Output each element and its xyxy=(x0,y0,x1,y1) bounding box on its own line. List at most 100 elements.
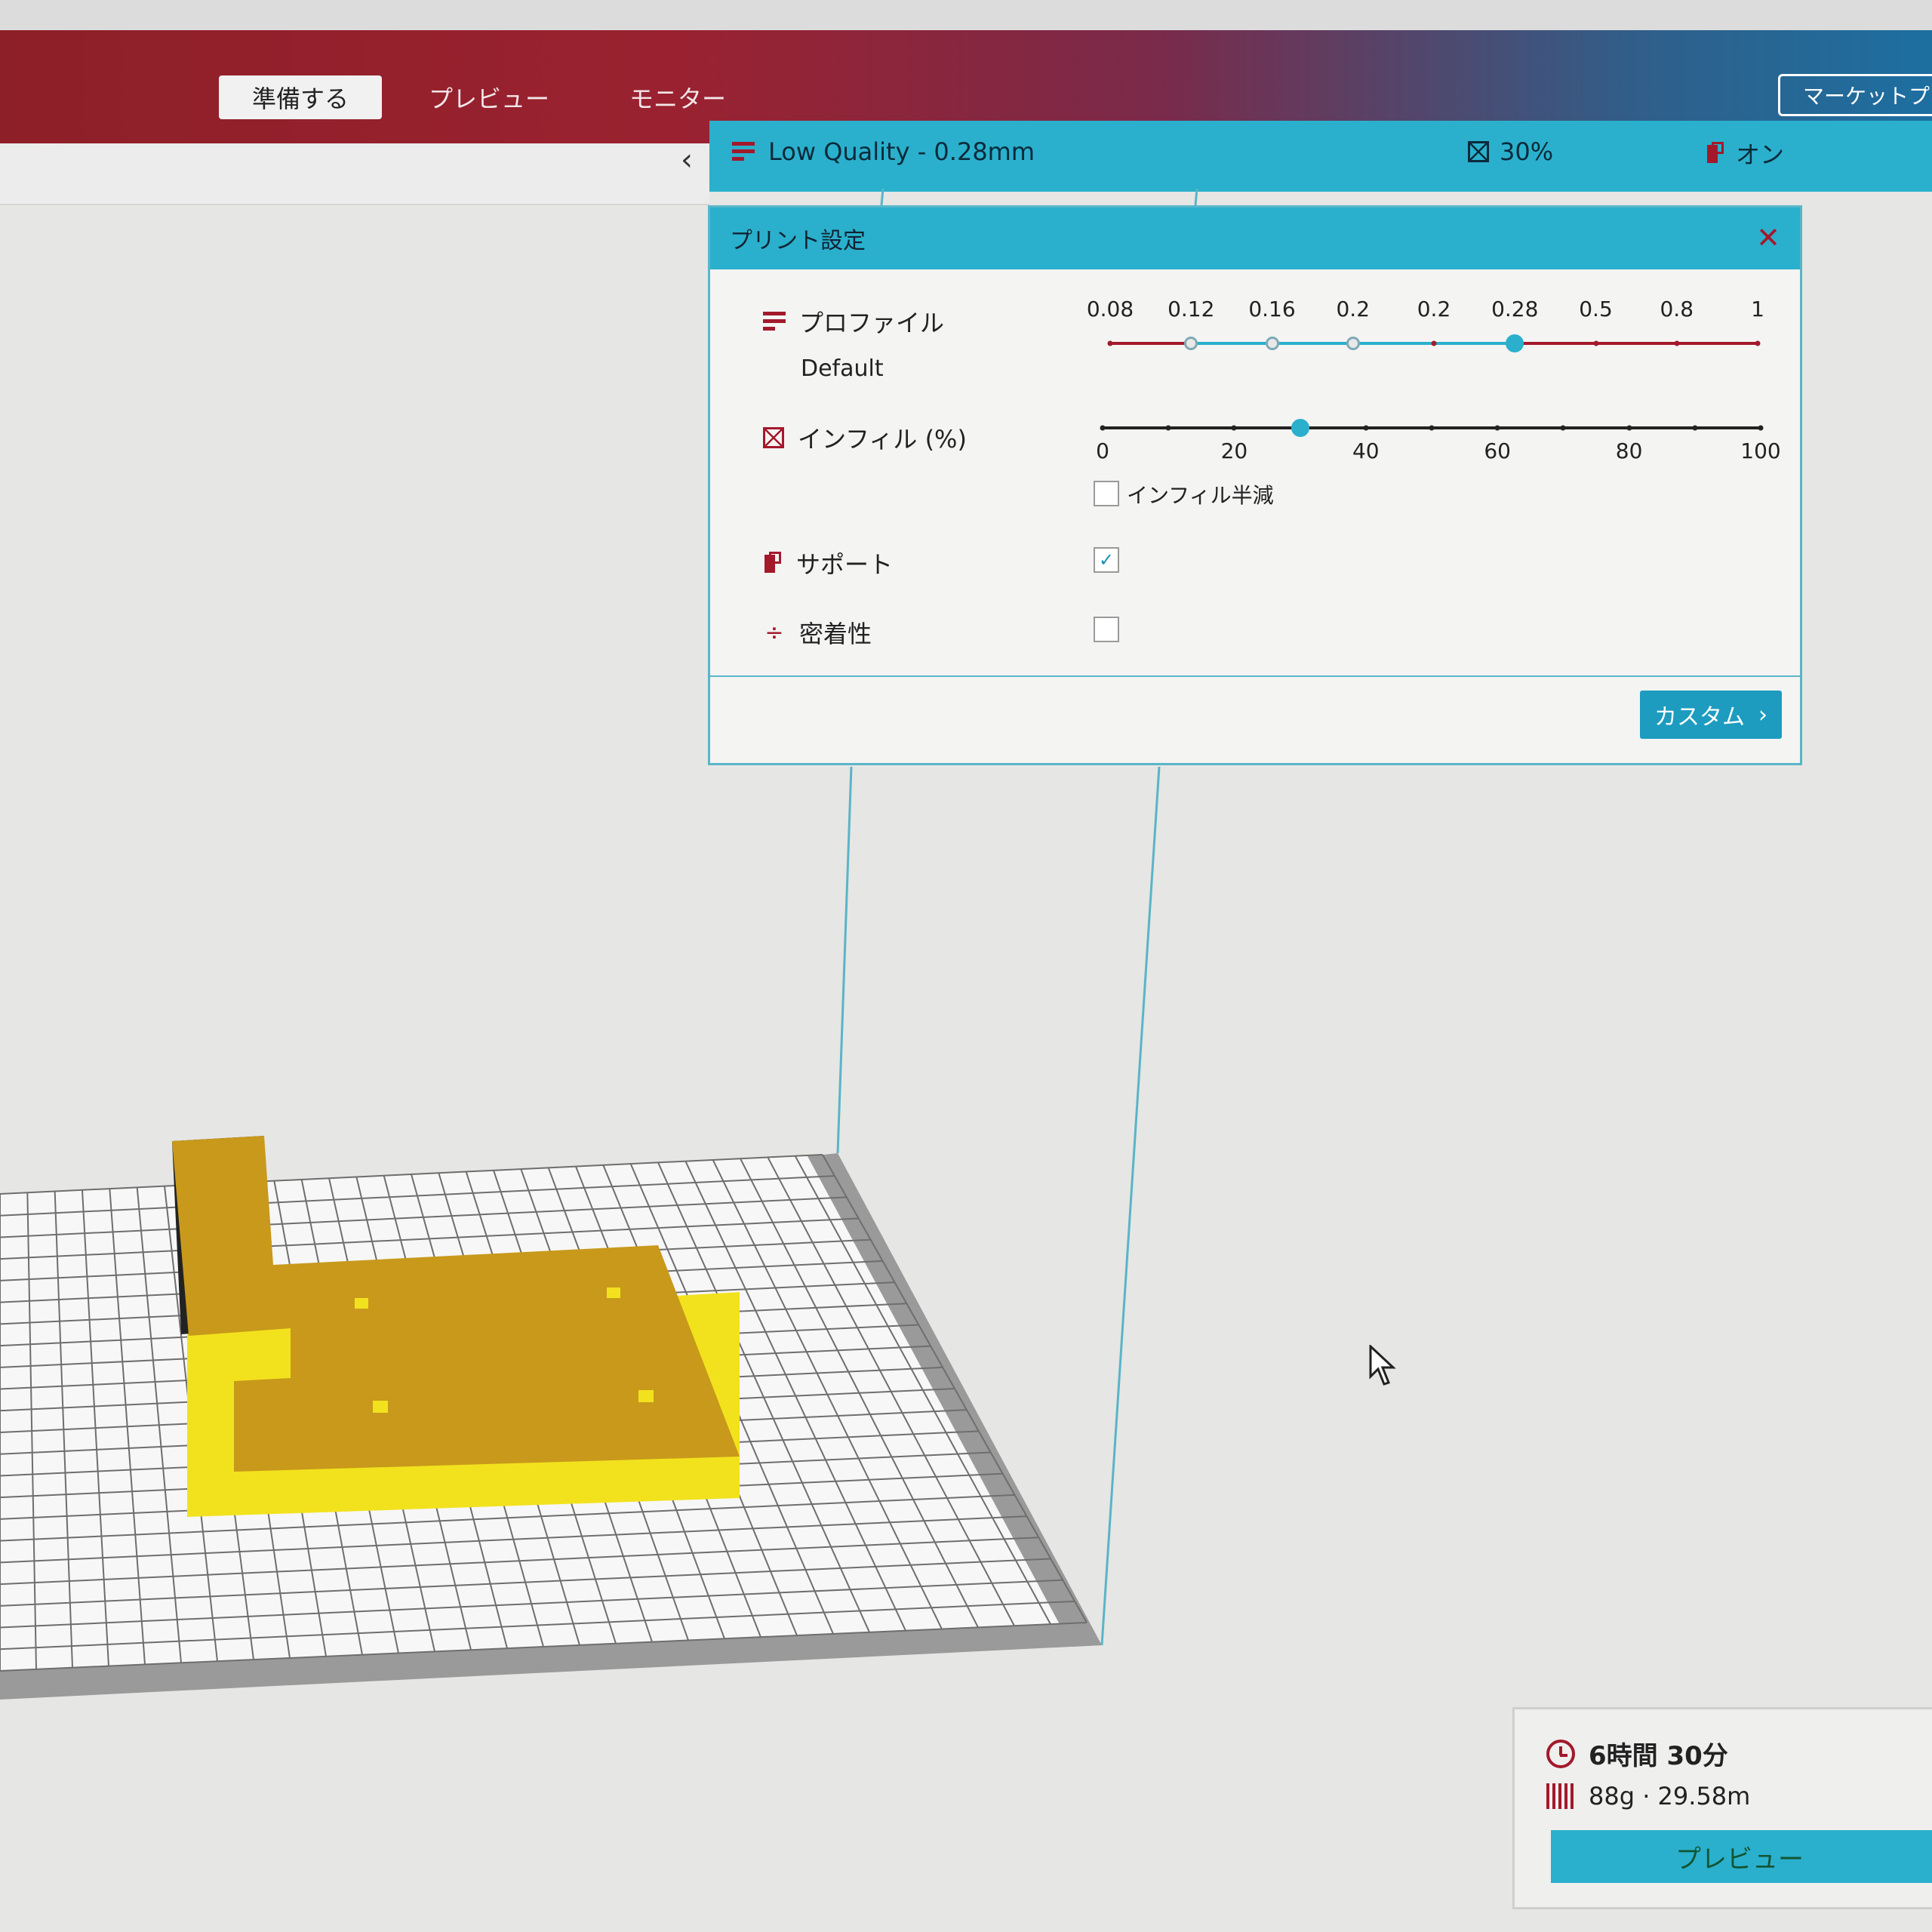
support-row-label: サポート xyxy=(763,546,893,580)
print-settings-bar[interactable]: Low Quality - 0.28mm 30% オン xyxy=(709,121,1932,192)
plate-grid-line xyxy=(0,1154,823,1195)
plate-grid-line xyxy=(0,1515,1027,1564)
plate-grid-line xyxy=(218,1183,291,1659)
infill-step-dot xyxy=(1429,425,1435,431)
plate-grid-line xyxy=(164,1186,218,1662)
layer-height-track-segment xyxy=(1515,342,1596,345)
gradual-infill-label: インフィル半減 xyxy=(1127,483,1274,508)
support-label: サポート xyxy=(796,550,894,579)
plate-grid-line xyxy=(0,1579,1063,1629)
plate-grid-line xyxy=(0,1409,967,1455)
stage-tabs: 準備する プレビュー モニター xyxy=(219,75,759,119)
build-plate xyxy=(0,1153,1102,1700)
plate-grid-line xyxy=(0,1238,871,1281)
plate-grid-line xyxy=(300,1179,399,1654)
material-usage: 88g · 29.58m xyxy=(1546,1782,1750,1810)
custom-button-label: カスタム xyxy=(1654,704,1745,731)
profile-name: Default xyxy=(801,355,884,382)
infill-tick-label: 20 xyxy=(1220,438,1248,463)
infill-tick-label: 60 xyxy=(1484,438,1512,463)
plate-grid-line xyxy=(0,1281,895,1325)
tab-monitor[interactable]: モニター xyxy=(596,75,759,119)
plate-grid-line xyxy=(575,1166,761,1638)
plate-grid-line xyxy=(0,1303,907,1347)
layer-height-dot[interactable] xyxy=(1755,340,1761,346)
infill-step-dot xyxy=(1560,425,1566,431)
adhesion-label: 密着性 xyxy=(799,620,872,648)
infill-handle[interactable] xyxy=(1291,419,1309,437)
plate-grid-line xyxy=(438,1172,580,1646)
infill-summary[interactable]: 30% xyxy=(1468,137,1553,166)
plate-grid-line xyxy=(0,1537,1039,1586)
clock-icon xyxy=(1546,1739,1575,1768)
print-summary-panel: 6時間 30分 88g · 29.58m プレビュー xyxy=(1512,1707,1932,1909)
layer-height-track-segment xyxy=(1595,342,1677,345)
layer-height-preset-node[interactable] xyxy=(1346,337,1360,350)
infill-step-dot xyxy=(1100,425,1106,431)
layer-height-track-segment xyxy=(1110,342,1192,345)
profile-icon xyxy=(732,142,755,162)
infill-step-dot xyxy=(1231,425,1237,431)
plate-grid-line xyxy=(685,1161,906,1632)
plate-grid-line xyxy=(0,1345,931,1390)
layer-height-tick-label: 0.2 xyxy=(1336,297,1371,321)
plate-grid-line xyxy=(26,1192,37,1669)
plate-grid-line xyxy=(0,1196,847,1238)
layer-height-track-segment xyxy=(1352,342,1434,345)
marketplace-button[interactable]: マーケットプ xyxy=(1777,74,1932,116)
gradual-infill-checkbox[interactable] xyxy=(1094,481,1119,506)
layer-height-dot[interactable] xyxy=(1674,340,1680,346)
infill-tick-label: 80 xyxy=(1615,438,1643,463)
plate-grid-line xyxy=(0,1451,991,1499)
print-time-value: 6時間 30分 xyxy=(1589,1741,1728,1771)
tab-preview[interactable]: プレビュー xyxy=(395,75,583,119)
layer-height-dot[interactable] xyxy=(1593,340,1598,346)
layer-height-tick-label: 0.12 xyxy=(1168,297,1215,321)
plate-grid-line xyxy=(712,1159,943,1629)
3d-model[interactable] xyxy=(172,1136,740,1517)
plate-grid-line xyxy=(0,1175,835,1217)
plate-grid-line xyxy=(0,1622,1088,1672)
layer-height-handle[interactable] xyxy=(1506,334,1524,352)
print-time: 6時間 30分 xyxy=(1546,1735,1728,1772)
material-usage-value: 88g · 29.58m xyxy=(1589,1782,1751,1810)
infill-icon xyxy=(763,427,784,448)
plate-grid-line xyxy=(822,1154,1088,1623)
plate-grid-line xyxy=(82,1189,109,1666)
preview-button[interactable]: プレビュー xyxy=(1551,1830,1932,1883)
layer-height-dot[interactable] xyxy=(1107,340,1113,346)
chevron-left-icon[interactable]: ‹ xyxy=(672,145,702,175)
plate-grid-line xyxy=(657,1161,870,1633)
plate-grid-line xyxy=(246,1182,327,1657)
close-icon[interactable]: ✕ xyxy=(1756,221,1780,254)
plate-grid-line xyxy=(602,1164,798,1636)
quality-profile-summary[interactable]: Low Quality - 0.28mm xyxy=(732,137,1035,166)
support-icon xyxy=(1706,142,1725,165)
infill-tick-label: 40 xyxy=(1352,438,1380,463)
layer-height-dot[interactable] xyxy=(1431,340,1437,346)
support-summary[interactable]: オン xyxy=(1706,136,1784,171)
filament-icon xyxy=(1546,1783,1575,1809)
infill-step-dot xyxy=(1626,425,1632,431)
dialog-divider xyxy=(710,675,1800,677)
custom-settings-button[interactable]: カスタム › xyxy=(1640,691,1782,739)
quality-profile-label: Low Quality - 0.28mm xyxy=(768,137,1035,166)
infill-step-dot xyxy=(1494,425,1500,431)
plate-grid-line xyxy=(109,1188,146,1665)
layer-height-preset-node[interactable] xyxy=(1265,337,1279,350)
infill-row-label: インフィル (%) xyxy=(763,420,967,455)
infill-tick-label: 100 xyxy=(1740,438,1781,463)
layer-height-preset-node[interactable] xyxy=(1184,337,1198,350)
dialog-title: プリント設定 xyxy=(730,228,866,254)
layer-height-tick-label: 0.16 xyxy=(1248,297,1296,321)
layer-height-track-segment xyxy=(1676,342,1758,345)
infill-summary-value: 30% xyxy=(1500,137,1554,166)
infill-step-dot xyxy=(1165,425,1171,431)
adhesion-checkbox[interactable] xyxy=(1094,617,1119,642)
support-checkbox[interactable]: ✓ xyxy=(1094,547,1119,573)
dialog-titlebar: プリント設定 ✕ xyxy=(710,208,1800,269)
tab-prepare[interactable]: 準備する xyxy=(219,75,383,119)
layer-height-tick-label: 0.08 xyxy=(1086,297,1134,321)
profile-icon xyxy=(763,312,786,331)
profile-label: プロファイル xyxy=(799,309,945,337)
